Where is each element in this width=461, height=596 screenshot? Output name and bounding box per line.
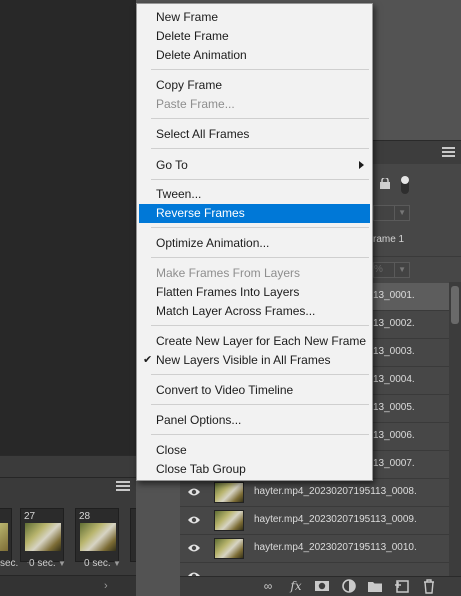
layer-thumbnail xyxy=(214,482,244,503)
menu-separator xyxy=(151,434,369,435)
opacity-dropdown-arrow[interactable]: ▼ xyxy=(394,205,410,221)
menu-item-copy-frame[interactable]: Copy Frame xyxy=(139,76,370,95)
fx-icon[interactable]: fx xyxy=(288,578,304,594)
layer-row-partial[interactable] xyxy=(180,563,449,580)
menu-separator xyxy=(151,374,369,375)
layer-name: 13_0005. xyxy=(373,402,415,413)
submenu-arrow-icon xyxy=(359,161,364,169)
frame-delay-partial[interactable]: sec. xyxy=(0,558,18,569)
menu-separator xyxy=(151,148,369,149)
frame-thumbnail xyxy=(25,523,61,551)
layer-row[interactable]: hayter.mp4_20230207195113_0010. xyxy=(180,535,449,563)
fill-dropdown-arrow[interactable]: ▼ xyxy=(394,262,410,278)
layer-name: 13_0004. xyxy=(373,374,415,385)
timeline-frame-partial[interactable] xyxy=(0,508,12,562)
layer-row[interactable]: hayter.mp4_20230207195113_0008. xyxy=(180,479,449,507)
adjustment-icon[interactable] xyxy=(341,578,357,594)
scrollbar-thumb[interactable] xyxy=(451,286,459,324)
menu-item-close[interactable]: Close xyxy=(139,441,370,460)
propagate-frame-label: rame 1 xyxy=(373,234,405,245)
document-canvas[interactable] xyxy=(0,0,136,455)
menu-item-flatten-frames[interactable]: Flatten Frames Into Layers xyxy=(139,283,370,302)
menu-item-new-frame[interactable]: New Frame xyxy=(139,8,370,27)
layer-thumbnail xyxy=(214,510,244,531)
menu-item-label: Go To xyxy=(156,158,188,172)
divider xyxy=(373,256,461,257)
layer-name: 13_0001. xyxy=(373,290,415,301)
mask-icon[interactable] xyxy=(314,578,330,594)
eye-icon[interactable] xyxy=(188,514,200,526)
menu-item-make-frames-from-layers[interactable]: Make Frames From Layers xyxy=(139,264,370,283)
layer-name: 13_0003. xyxy=(373,346,415,357)
canvas-status-bar xyxy=(0,455,136,477)
chevron-down-icon: ▼ xyxy=(398,265,406,274)
layer-name: hayter.mp4_20230207195113_0008. xyxy=(254,486,417,497)
new-layer-icon[interactable] xyxy=(394,578,410,594)
layer-name: 13_0006. xyxy=(373,430,415,441)
menu-item-panel-options[interactable]: Panel Options... xyxy=(139,411,370,430)
menu-item-select-all-frames[interactable]: Select All Frames xyxy=(139,125,370,144)
menu-separator xyxy=(151,227,369,228)
menu-separator xyxy=(151,404,369,405)
frame-thumbnail xyxy=(80,523,116,551)
menu-item-label: New Layers Visible in All Frames xyxy=(156,353,331,367)
menu-item-create-new-layer[interactable]: Create New Layer for Each New Frame xyxy=(139,332,370,351)
timeline-toolbar xyxy=(0,575,136,596)
frame-thumbnail xyxy=(0,523,8,551)
filter-toggle-icon[interactable] xyxy=(398,174,412,196)
menu-separator xyxy=(151,179,369,180)
layer-thumbnail xyxy=(214,538,244,559)
menu-item-delete-frame[interactable]: Delete Frame xyxy=(139,27,370,46)
folder-icon[interactable] xyxy=(367,578,383,594)
menu-item-go-to[interactable]: Go To xyxy=(139,156,370,175)
layers-scrollbar[interactable] xyxy=(449,282,461,576)
upper-right-panel xyxy=(373,0,461,136)
chevron-down-icon: ▼ xyxy=(398,208,406,217)
menu-item-optimize-animation[interactable]: Optimize Animation... xyxy=(139,234,370,253)
checkmark-icon: ✔ xyxy=(143,354,153,366)
trash-icon[interactable] xyxy=(421,578,437,594)
layer-name: hayter.mp4_20230207195113_0010. xyxy=(254,542,417,553)
frame-number: 28 xyxy=(79,511,91,522)
menu-item-tween[interactable]: Tween... xyxy=(139,185,370,204)
menu-item-delete-animation[interactable]: Delete Animation xyxy=(139,46,370,65)
eye-icon[interactable] xyxy=(188,542,200,554)
layer-row[interactable]: hayter.mp4_20230207195113_0009. xyxy=(180,507,449,535)
layer-name: 13_0002. xyxy=(373,318,415,329)
menu-separator xyxy=(151,69,369,70)
timeline-panel-menu-icon[interactable] xyxy=(116,481,130,491)
menu-item-match-layer[interactable]: Match Layer Across Frames... xyxy=(139,302,370,321)
chevron-down-icon[interactable]: ▼ xyxy=(113,559,121,568)
timeline-frame-partial[interactable] xyxy=(130,508,136,562)
lock-icon[interactable] xyxy=(380,178,390,189)
menu-item-reverse-frames[interactable]: Reverse Frames xyxy=(139,204,370,223)
menu-separator xyxy=(151,257,369,258)
timeline-frame[interactable]: 28 xyxy=(75,508,119,562)
menu-separator xyxy=(151,325,369,326)
frame-delay[interactable]: 0 sec. xyxy=(84,558,111,569)
chevron-down-icon[interactable]: ▼ xyxy=(58,559,66,568)
menu-item-paste-frame[interactable]: Paste Frame... xyxy=(139,95,370,114)
frame-number: 27 xyxy=(24,511,36,522)
chevron-right-icon[interactable]: › xyxy=(104,580,108,592)
eye-icon[interactable] xyxy=(188,486,200,498)
menu-item-close-tab-group[interactable]: Close Tab Group xyxy=(139,460,370,479)
layer-name: hayter.mp4_20230207195113_0009. xyxy=(254,514,417,525)
timeline-frame[interactable]: 27 xyxy=(20,508,64,562)
layers-panel-menu-icon[interactable] xyxy=(442,147,455,157)
fill-value: % xyxy=(374,264,383,275)
menu-separator xyxy=(151,118,369,119)
link-icon[interactable]: ∞ xyxy=(260,578,276,594)
frame-delay[interactable]: 0 sec. xyxy=(29,558,56,569)
menu-item-convert-to-video-timeline[interactable]: Convert to Video Timeline xyxy=(139,381,370,400)
animation-panel-context-menu: New Frame Delete Frame Delete Animation … xyxy=(136,3,373,481)
layer-name: 13_0007. xyxy=(373,458,415,469)
menu-item-new-layers-visible[interactable]: ✔ New Layers Visible in All Frames xyxy=(139,351,370,370)
